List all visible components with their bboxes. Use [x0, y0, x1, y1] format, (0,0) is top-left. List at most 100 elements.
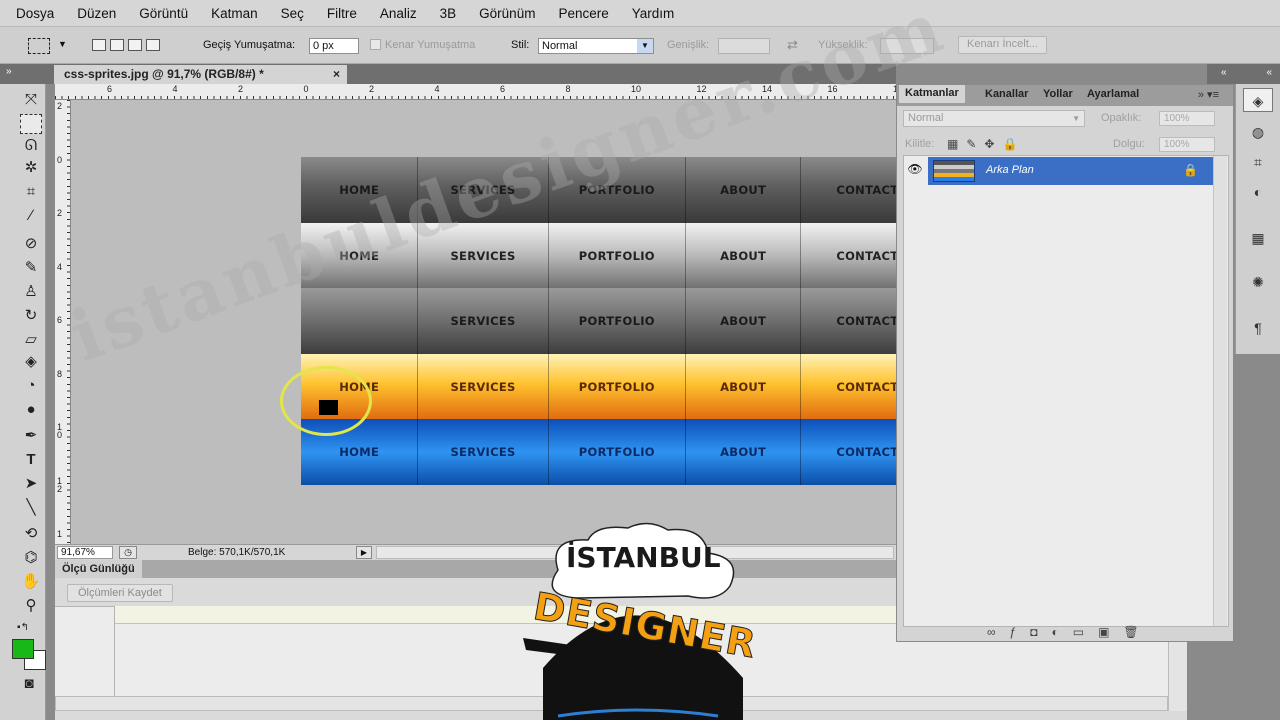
zoom-level-field[interactable]: 91,67% — [57, 546, 113, 559]
close-icon[interactable]: × — [333, 67, 340, 81]
foreground-color-swatch[interactable] — [12, 639, 34, 659]
refine-edge-button[interactable]: Kenarı İncelt... — [958, 36, 1047, 54]
ruler-label: 6 — [57, 315, 63, 325]
3d-rotate-tool-icon[interactable]: ⟲ — [20, 524, 42, 544]
document-tab-strip: » css-sprites.jpg @ 91,7% (RGB/8#) * × — [0, 64, 896, 84]
sprite-row: HOME SERVICES PORTFOLIO ABOUT CONTACT — [301, 419, 896, 486]
rectangular-marquee-icon[interactable] — [28, 38, 50, 54]
status-menu-arrow-icon[interactable]: ▶ — [356, 546, 372, 559]
opacity-input[interactable]: 100% — [1159, 111, 1215, 126]
antialias-checkbox[interactable] — [370, 39, 381, 50]
menu-item-6[interactable]: Analiz — [380, 6, 417, 21]
history-brush-tool-icon[interactable]: ↻ — [20, 306, 42, 326]
layers-footer-buttons[interactable]: ∞ƒ◘◐▭▣🗑 — [987, 625, 1153, 639]
menu-item-9[interactable]: Pencere — [558, 6, 608, 21]
width-label: Genişlik: — [667, 39, 710, 51]
tab-channels[interactable]: Kanallar — [985, 88, 1028, 100]
tab-measurement-log[interactable]: Ölçü Günlüğü — [55, 560, 142, 578]
tab-layers[interactable]: Katmanlar — [899, 85, 965, 103]
clone-stamp-tool-icon[interactable]: ♙ — [20, 282, 42, 302]
ruler-label: 10 — [631, 84, 642, 94]
sprite-button-label: CONTACT — [801, 222, 896, 289]
ruler-label: 6 — [107, 84, 113, 94]
sprite-button-label: HOME — [301, 157, 419, 223]
sprite-button-label: PORTFOLIO — [548, 419, 686, 486]
menu-item-0[interactable]: Dosya — [16, 6, 54, 21]
dock-collapse-icon[interactable]: « — [1235, 64, 1280, 84]
panel-expand-icon[interactable]: » — [6, 66, 12, 77]
style-select[interactable]: Normal ▼ — [538, 38, 654, 54]
sprite-button-label: ABOUT — [685, 353, 802, 420]
crop-tool-icon[interactable]: ⌗ — [20, 182, 42, 202]
menu-item-2[interactable]: Görüntü — [139, 6, 188, 21]
path-selection-tool-icon[interactable]: ➤ — [20, 474, 42, 494]
blur-tool-icon[interactable]: ◔ — [20, 376, 42, 396]
menu-item-7[interactable]: 3B — [440, 6, 457, 21]
fill-label: Dolgu: — [1113, 138, 1145, 150]
record-measurements-button[interactable]: Ölçümleri Kaydet — [67, 584, 173, 602]
menu-item-1[interactable]: Düzen — [77, 6, 116, 21]
feather-label: Geçiş Yumuşatma: — [203, 39, 296, 51]
panel-dock: ◈ ◍ ⌗ ◐ ▦ ✺ ¶ — [1235, 84, 1280, 354]
ruler-label: 2 — [57, 101, 63, 111]
selection-mode-icons[interactable] — [92, 39, 164, 54]
paragraph-panel-icon[interactable]: ¶ — [1243, 316, 1273, 340]
line-tool-icon[interactable]: ╲ — [20, 498, 42, 518]
tab-adjustments[interactable]: Ayarlamal — [1087, 88, 1139, 100]
eraser-tool-icon[interactable]: ▱ — [20, 330, 42, 350]
lasso-tool-icon[interactable]: ᘏ — [20, 136, 42, 156]
document-canvas[interactable]: HOME SERVICES PORTFOLIO ABOUT CONTACT HOME SER… — [71, 100, 896, 544]
sprite-button-label: SERVICES — [418, 157, 549, 223]
brush-tool-icon[interactable]: ✎ — [20, 258, 42, 278]
eyedropper-tool-icon[interactable]: ∕ — [20, 206, 42, 226]
workspace-background — [1235, 354, 1280, 720]
fill-input[interactable]: 100% — [1159, 137, 1215, 152]
move-tool-icon[interactable]: ⤧ — [20, 90, 42, 110]
blend-mode-select[interactable]: Normal ▼ — [903, 110, 1085, 127]
layer-row[interactable]: Arka Plan 🔒 — [928, 157, 1216, 185]
menu-item-5[interactable]: Filtre — [327, 6, 357, 21]
width-input[interactable] — [718, 38, 770, 54]
layers-scrollbar[interactable] — [1213, 156, 1227, 626]
paths-panel-icon[interactable]: ⌗ — [1243, 150, 1273, 174]
height-input[interactable] — [880, 38, 934, 54]
paint-bucket-tool-icon[interactable]: ◈ — [20, 352, 42, 372]
visibility-eye-icon[interactable]: 👁 — [906, 162, 924, 178]
menu-item-10[interactable]: Yardım — [632, 6, 675, 21]
marquee-tool-icon[interactable] — [20, 114, 42, 134]
menu-item-8[interactable]: Görünüm — [479, 6, 535, 21]
healing-brush-tool-icon[interactable]: ⊘ — [20, 234, 42, 254]
3d-camera-tool-icon[interactable]: ⌬ — [20, 548, 42, 568]
menu-item-3[interactable]: Katman — [211, 6, 258, 21]
panel-menu-icon[interactable]: » ▾≡ — [1198, 88, 1219, 101]
quick-mask-icon[interactable]: ◙ — [18, 674, 40, 694]
layers-panel-icon[interactable]: ◈ — [1243, 88, 1273, 112]
document-tab[interactable]: css-sprites.jpg @ 91,7% (RGB/8#) * × — [54, 65, 347, 84]
feather-input[interactable]: 0 px — [309, 38, 359, 54]
type-tool-icon[interactable]: T — [20, 450, 42, 470]
styles-panel-icon[interactable]: ✺ — [1243, 270, 1273, 294]
swap-icon[interactable]: ⇄ — [787, 37, 798, 53]
measurement-log-horizontal-scrollbar[interactable] — [55, 696, 1168, 711]
dodge-tool-icon[interactable]: ● — [20, 400, 42, 420]
preset-dropdown-arrow-icon[interactable]: ▼ — [58, 39, 67, 49]
swatches-panel-icon[interactable]: ▦ — [1243, 226, 1273, 250]
magic-wand-tool-icon[interactable]: ✲ — [20, 158, 42, 178]
channels-panel-icon[interactable]: ◍ — [1243, 120, 1273, 144]
status-bar: 91,67% ◷ Belge: 570,1K/570,1K ▶ — [55, 544, 896, 560]
lock-options-icons[interactable]: ▦✎✥🔒 — [947, 137, 1025, 151]
ruler-label: 0 — [57, 154, 63, 165]
panel-collapse-icon[interactable]: « — [1207, 64, 1235, 84]
default-colors-icon[interactable]: ▪↰ — [12, 618, 34, 638]
menu-item-4[interactable]: Seç — [281, 6, 304, 21]
layer-name: Arka Plan — [986, 164, 1034, 176]
options-bar: ▼ Geçiş Yumuşatma: 0 px Kenar Yumuşatma … — [0, 26, 1280, 64]
adjustments-panel-icon[interactable]: ◐ — [1243, 180, 1273, 204]
tab-paths[interactable]: Yollar — [1043, 88, 1073, 100]
status-options-icon[interactable]: ◷ — [119, 546, 137, 559]
hand-tool-icon[interactable]: ✋ — [20, 572, 42, 592]
zoom-tool-icon[interactable]: ⚲ — [20, 596, 42, 616]
chevron-down-icon: ▼ — [1072, 114, 1080, 123]
pen-tool-icon[interactable]: ✒ — [20, 426, 42, 446]
opacity-label: Opaklık: — [1101, 112, 1142, 124]
